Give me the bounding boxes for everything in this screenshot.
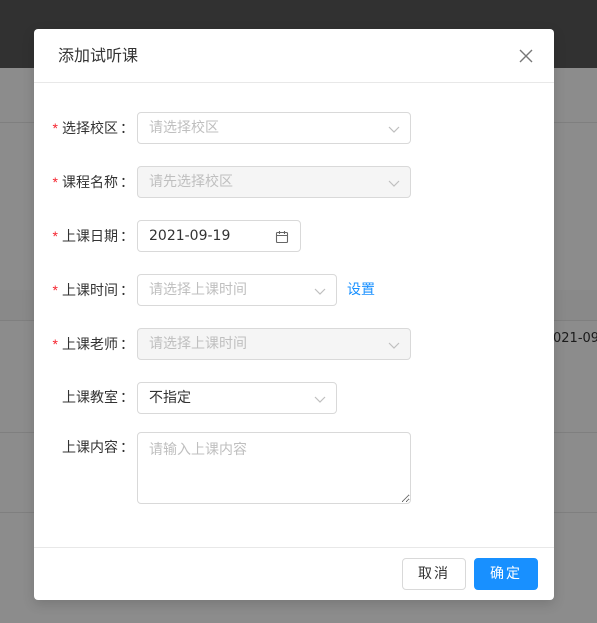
- modal-header: 添加试听课: [34, 29, 554, 83]
- close-button[interactable]: [516, 46, 536, 66]
- time-settings-link[interactable]: 设置: [347, 274, 375, 306]
- add-trial-class-modal: 添加试听课 * 选择校区： 请选择校区 * 课程名称： 请先选择校区 * 上课日期： …: [34, 29, 554, 600]
- course-select[interactable]: 请先选择校区: [137, 166, 411, 198]
- classroom-select[interactable]: 不指定: [137, 382, 337, 414]
- date-picker[interactable]: 2021-09-19: [137, 220, 301, 252]
- time-select[interactable]: 请选择上课时间: [137, 274, 337, 306]
- field-label-teacher: * 上课老师：: [52, 336, 134, 353]
- field-label-date: * 上课日期：: [52, 228, 134, 245]
- modal-title: 添加试听课: [58, 46, 139, 65]
- campus-select[interactable]: 请选择校区: [137, 112, 411, 144]
- course-select-placeholder: 请先选择校区: [149, 174, 233, 190]
- chevron-down-icon: [314, 396, 326, 403]
- field-label-campus: * 选择校区：: [52, 120, 134, 137]
- required-mark: *: [52, 336, 58, 352]
- calendar-icon: [275, 231, 289, 244]
- chevron-down-icon: [314, 288, 326, 295]
- content-textarea[interactable]: [137, 432, 411, 504]
- cancel-button[interactable]: 取消: [402, 558, 466, 590]
- campus-select-placeholder: 请选择校区: [149, 120, 219, 136]
- modal-footer: 取消 确定: [34, 547, 554, 600]
- field-label-classroom: 上课教室：: [62, 390, 134, 406]
- teacher-select-placeholder: 请选择上课时间: [149, 336, 247, 352]
- chevron-down-icon: [388, 342, 400, 349]
- time-select-placeholder: 请选择上课时间: [149, 282, 247, 298]
- classroom-select-value: 不指定: [149, 390, 191, 406]
- chevron-down-icon: [388, 126, 400, 133]
- required-mark: *: [52, 282, 58, 298]
- required-mark: *: [52, 120, 58, 136]
- required-mark: *: [52, 228, 58, 244]
- date-picker-value: 2021-09-19: [149, 228, 231, 244]
- close-icon: [519, 49, 533, 63]
- chevron-down-icon: [388, 180, 400, 187]
- field-label-content: 上课内容：: [62, 440, 134, 456]
- field-label-time: * 上课时间：: [52, 282, 134, 299]
- required-mark: *: [52, 174, 58, 190]
- teacher-select[interactable]: 请选择上课时间: [137, 328, 411, 360]
- confirm-button[interactable]: 确定: [474, 558, 538, 590]
- field-label-course: * 课程名称：: [52, 174, 134, 191]
